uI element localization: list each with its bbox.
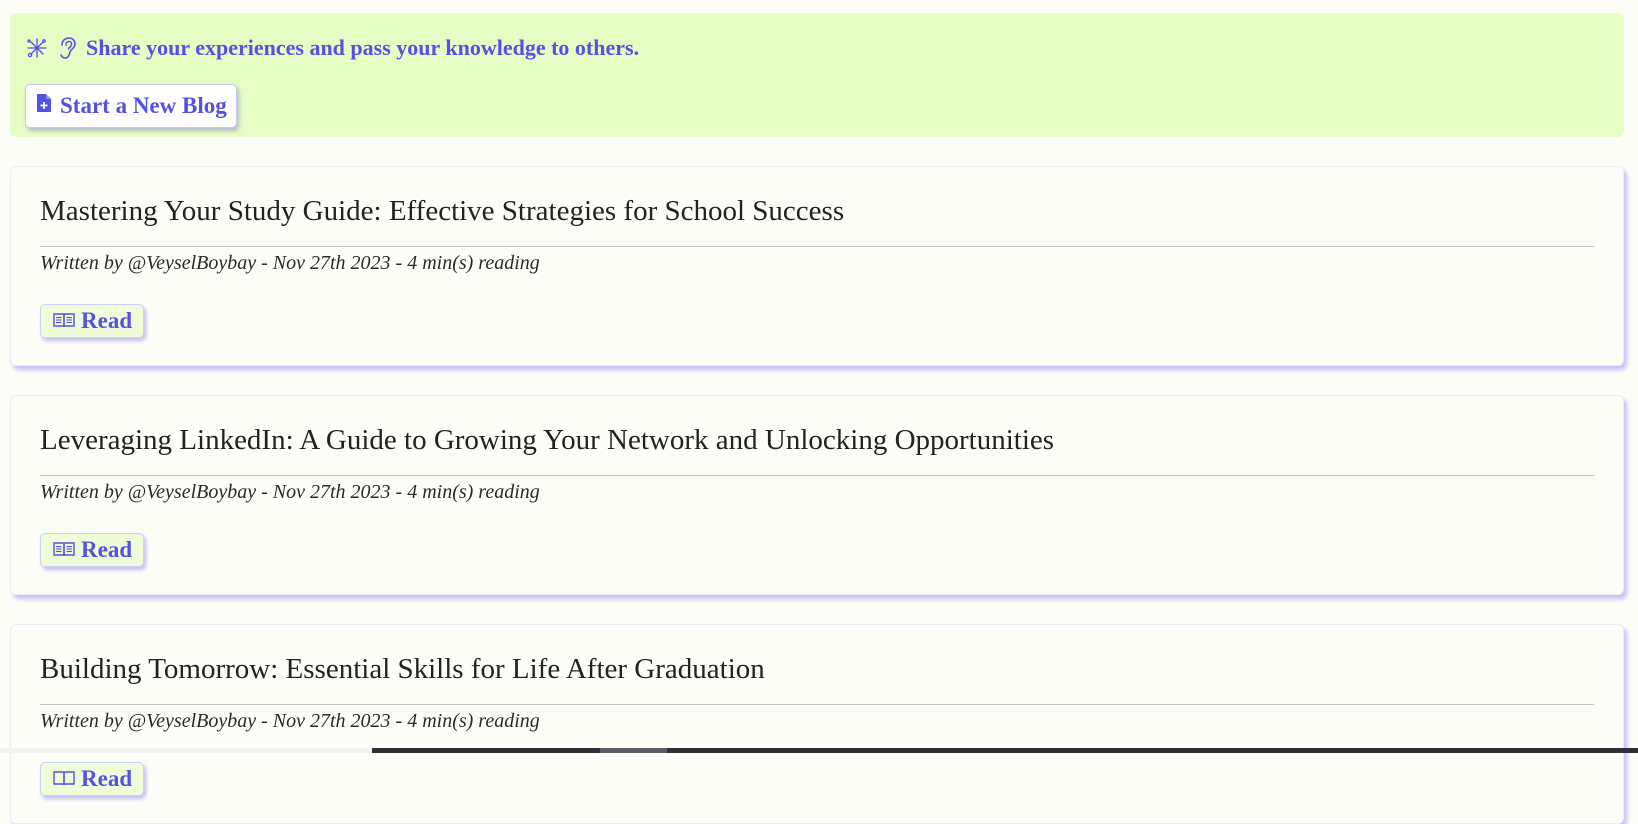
banner-message-row: Share your experiences and pass your kno… (26, 35, 639, 61)
file-plus-icon (36, 93, 52, 119)
open-book-icon (53, 308, 75, 334)
blog-post-card: Leveraging LinkedIn: A Guide to Growing … (10, 395, 1624, 595)
title-divider (40, 475, 1594, 476)
start-new-blog-button[interactable]: Start a New Blog (25, 84, 237, 128)
post-meta: Written by @VeyselBoybay - Nov 27th 2023… (40, 252, 540, 274)
post-title: Leveraging LinkedIn: A Guide to Growing … (40, 424, 1055, 456)
read-button[interactable]: Read (40, 762, 145, 796)
read-label: Read (81, 537, 133, 562)
blog-post-card: Mastering Your Study Guide: Effective St… (10, 166, 1624, 366)
read-label: Read (81, 308, 133, 333)
taskbar-strip (0, 748, 1638, 753)
start-new-blog-label: Start a New Blog (60, 93, 227, 118)
open-book-icon (53, 537, 75, 563)
blog-post-card: Building Tomorrow: Essential Skills for … (10, 624, 1624, 824)
sparkles-icon (26, 37, 48, 59)
taskbar-segment (600, 748, 667, 753)
share-banner: Share your experiences and pass your kno… (10, 13, 1624, 137)
post-title: Building Tomorrow: Essential Skills for … (40, 653, 765, 685)
banner-message: Share your experiences and pass your kno… (86, 35, 640, 60)
title-divider (40, 246, 1594, 247)
taskbar-segment (0, 748, 372, 753)
post-title: Mastering Your Study Guide: Effective St… (40, 195, 845, 227)
post-meta: Written by @VeyselBoybay - Nov 27th 2023… (40, 481, 540, 503)
ear-icon (58, 36, 76, 60)
read-button[interactable]: Read (40, 533, 145, 567)
read-label: Read (81, 766, 133, 791)
taskbar-segment (372, 748, 1638, 753)
read-button[interactable]: Read (40, 304, 145, 338)
post-meta: Written by @VeyselBoybay - Nov 27th 2023… (40, 710, 540, 732)
title-divider (40, 704, 1594, 705)
open-book-icon (53, 766, 75, 792)
